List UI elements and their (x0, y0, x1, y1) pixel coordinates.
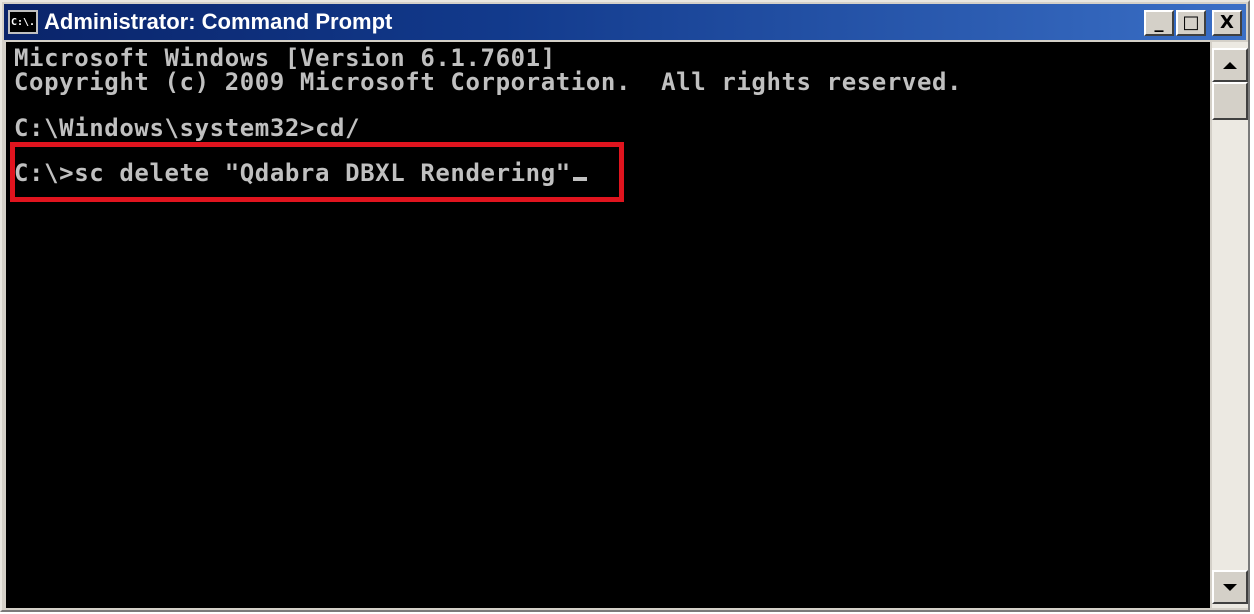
command-prompt-window: C:\. Administrator: Command Prompt _ □ X… (0, 0, 1250, 612)
command-highlight-box (10, 142, 624, 202)
triangle-down-icon (1223, 583, 1237, 591)
vertical-scrollbar[interactable] (1212, 42, 1248, 608)
console-output[interactable]: Microsoft Windows [Version 6.1.7601] Cop… (6, 42, 1210, 608)
window-controls: _ □ X (1144, 10, 1242, 36)
title-bar[interactable]: C:\. Administrator: Command Prompt _ □ X (4, 4, 1246, 40)
console-line-cd-command: C:\Windows\system32>cd/ (14, 114, 361, 142)
maximize-button[interactable]: □ (1176, 10, 1206, 36)
minimize-button[interactable]: _ (1144, 10, 1174, 36)
scroll-up-button[interactable] (1212, 48, 1248, 82)
window-title: Administrator: Command Prompt (44, 9, 393, 34)
triangle-up-icon (1223, 61, 1237, 69)
console-line-copyright: Copyright (c) 2009 Microsoft Corporation… (14, 68, 963, 96)
close-button[interactable]: X (1212, 10, 1242, 36)
cmd-app-icon[interactable]: C:\. (8, 10, 38, 34)
scroll-thumb[interactable] (1212, 82, 1248, 120)
scroll-down-button[interactable] (1212, 570, 1248, 604)
